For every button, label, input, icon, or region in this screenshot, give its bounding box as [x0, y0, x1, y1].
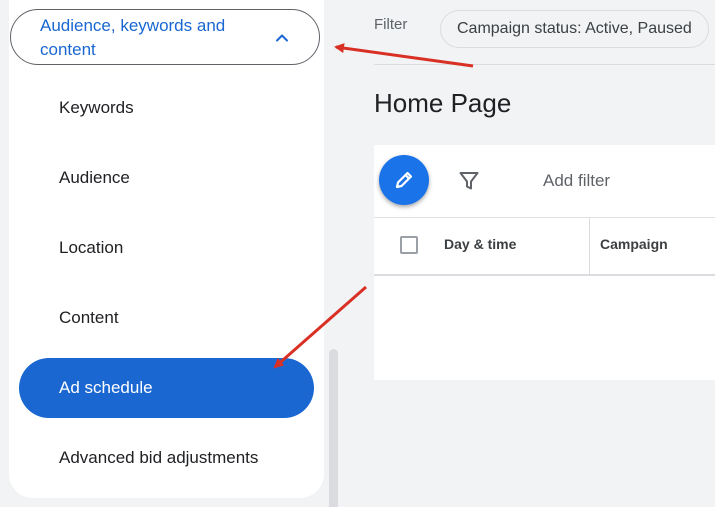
page-title: Home Page: [374, 88, 512, 118]
filter-icon[interactable]: [457, 169, 481, 193]
filter-divider: [374, 64, 715, 65]
sidebar-item-keywords[interactable]: Keywords: [19, 78, 314, 138]
sidebar-item-label: Keywords: [59, 98, 134, 117]
chevron-up-icon: [276, 34, 288, 42]
table-header-row: Day & time Campaign: [374, 217, 715, 276]
column-header-day-time[interactable]: Day & time: [444, 236, 516, 252]
edit-button[interactable]: [379, 155, 429, 205]
sidebar-item-audience[interactable]: Audience: [19, 148, 314, 208]
column-header-campaign[interactable]: Campaign: [600, 236, 668, 252]
sidebar-item-label: Audience: [59, 168, 130, 187]
section-toggle-label: Audience, keywords and content: [40, 16, 226, 59]
sidebar-item-label: Advanced bid adjustments: [59, 448, 259, 467]
filter-label: Filter: [374, 16, 408, 33]
sidebar-item-location[interactable]: Location: [19, 218, 314, 278]
sidebar-item-label: Content: [59, 308, 119, 327]
sidebar-item-label: Location: [59, 238, 124, 257]
sidebar-item-advanced-bid-adjustments[interactable]: Advanced bid adjustments: [19, 428, 314, 488]
sidebar-item-label: Ad schedule: [59, 378, 153, 397]
table-toolbar: Add filter: [374, 145, 715, 218]
select-all-checkbox[interactable]: [400, 236, 418, 254]
sidebar-scrollbar[interactable]: [329, 349, 338, 507]
campaign-status-filter-chip[interactable]: Campaign status: Active, Paused: [440, 10, 709, 48]
section-toggle-audience-keywords-content[interactable]: Audience, keywords and content: [10, 9, 320, 65]
filter-chip-label: Campaign status: Active, Paused: [457, 20, 692, 37]
sidebar-item-ad-schedule[interactable]: Ad schedule: [19, 358, 314, 418]
sidebar-item-content[interactable]: Content: [19, 288, 314, 348]
column-divider[interactable]: [589, 217, 590, 274]
table-card: Add filter Day & time Campaign: [374, 145, 715, 380]
pencil-icon: [395, 171, 413, 189]
add-filter-button[interactable]: Add filter: [543, 171, 610, 191]
